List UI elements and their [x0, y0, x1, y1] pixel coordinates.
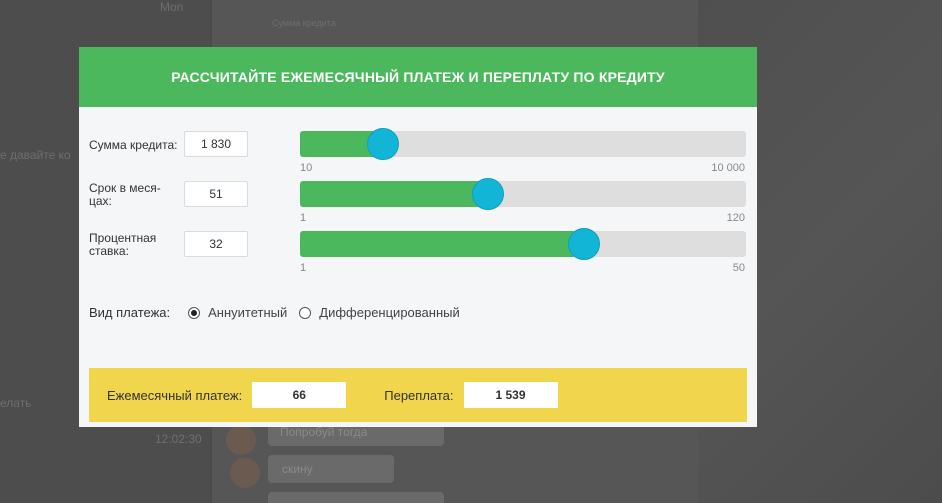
payment-type-annuity-label: Аннуитетный [208, 305, 288, 320]
payment-type-label: Вид платежа: [89, 305, 171, 320]
slider-handle[interactable] [367, 128, 399, 160]
slider-min-label: 1 [300, 212, 307, 224]
bg-text-mon: Mon [160, 0, 184, 14]
slider-min-label: 1 [300, 262, 307, 274]
payment-type-group: Вид платежа: Аннуитетный Дифференцирован… [89, 305, 472, 320]
slider-handle[interactable] [472, 178, 504, 210]
modal-title: РАССЧИТАЙТЕ ЕЖЕМЕСЯЧНЫЙ ПЛАТЕЖ И ПЕРЕПЛА… [171, 69, 665, 85]
term-label: Срок в меся- цах: [89, 181, 161, 208]
payment-type-annuity-option[interactable]: Аннуитетный [188, 305, 287, 320]
bg-avatar [226, 425, 256, 455]
slider-max-label: 50 [732, 262, 745, 274]
payment-type-differentiated-option[interactable]: Дифференцированный [299, 305, 460, 320]
term-input[interactable]: 51 [184, 181, 248, 207]
bg-text-do: елать [0, 396, 32, 410]
slider-max-label: 120 [726, 212, 745, 224]
loan-amount-label: Сумма кредита: [89, 138, 178, 152]
monthly-payment-label: Ежемесячный платеж: [107, 387, 243, 403]
bg-avatar [230, 458, 260, 488]
slider-min-label: 10 [300, 162, 313, 174]
payment-type-differentiated-label: Дифференцированный [319, 305, 460, 320]
bg-text-send: скину [282, 462, 313, 476]
radio-unselected-icon[interactable] [299, 306, 312, 319]
overpayment-value: 1 539 [463, 382, 558, 408]
rate-input[interactable]: 32 [184, 231, 248, 257]
slider-fill [300, 231, 583, 257]
rate-slider[interactable] [300, 228, 746, 260]
bg-text-try: Попробуй тогда [280, 425, 368, 439]
bg-bubble [268, 492, 444, 503]
slider-handle[interactable] [568, 228, 600, 260]
monthly-payment-value: 66 [252, 382, 347, 408]
term-slider[interactable] [300, 178, 746, 210]
bg-text-offer: e давайте ко [0, 148, 71, 162]
overpayment-label: Переплата: [384, 387, 454, 403]
result-panel: Ежемесячный платеж: 66 Переплата: 1 539 [89, 368, 747, 422]
bg-text-time: 12:02:30 [155, 432, 202, 446]
bg-text-loan: Сумма кредита [272, 18, 336, 28]
slider-max-label: 10 000 [711, 162, 745, 174]
radio-selected-icon[interactable] [188, 306, 201, 319]
loan-amount-slider[interactable] [300, 128, 746, 160]
loan-amount-input[interactable]: 1 830 [184, 131, 248, 157]
loan-calculator-modal: РАССЧИТАЙТЕ ЕЖЕМЕСЯЧНЫЙ ПЛАТЕЖ И ПЕРЕПЛА… [79, 47, 757, 427]
rate-label: Процентная ставка: [89, 231, 157, 258]
modal-header: РАССЧИТАЙТЕ ЕЖЕМЕСЯЧНЫЙ ПЛАТЕЖ И ПЕРЕПЛА… [79, 47, 757, 107]
slider-fill [300, 181, 488, 207]
